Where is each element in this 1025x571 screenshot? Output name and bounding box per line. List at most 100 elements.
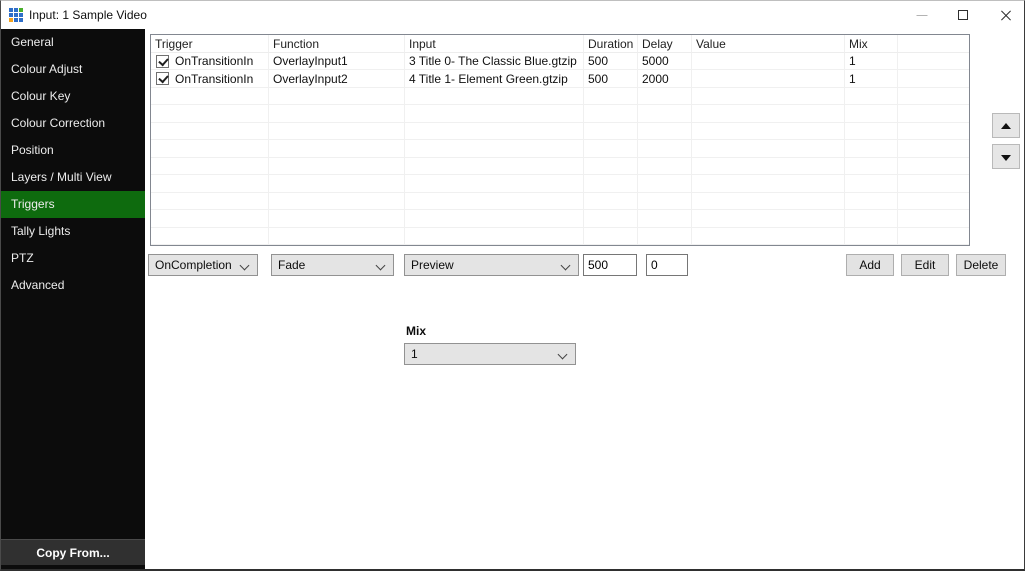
minimize-icon	[917, 15, 928, 16]
cell-function	[269, 158, 405, 175]
column-header-mix[interactable]: Mix	[845, 35, 898, 53]
table-row[interactable]: OnTransitionInOverlayInput24 Title 1- El…	[151, 70, 969, 87]
table-row-empty	[151, 175, 969, 192]
cell-input	[405, 193, 584, 210]
cell-delay	[638, 210, 692, 227]
maximize-icon	[958, 10, 968, 20]
cell-blank	[898, 88, 969, 105]
edit-button[interactable]: Edit	[901, 254, 949, 276]
column-header-trigger[interactable]: Trigger	[151, 35, 269, 53]
cell-function	[269, 193, 405, 210]
sidebar-item-advanced[interactable]: Advanced	[1, 272, 145, 299]
trigger-type-value: OnCompletion	[155, 258, 232, 272]
cell-trigger: OnTransitionIn	[151, 70, 269, 87]
cell-mix	[845, 88, 898, 105]
sidebar-item-colour-key[interactable]: Colour Key	[1, 83, 145, 110]
table-row[interactable]: OnTransitionInOverlayInput13 Title 0- Th…	[151, 53, 969, 70]
cell-duration	[584, 105, 638, 122]
copy-from-button[interactable]: Copy From...	[1, 539, 145, 565]
arrow-up-icon	[1001, 123, 1011, 129]
cell-trigger	[151, 228, 269, 245]
arrow-down-icon	[1001, 155, 1011, 161]
cell-mix	[845, 228, 898, 245]
cell-value	[692, 193, 845, 210]
cell-value	[692, 158, 845, 175]
table-row-empty	[151, 105, 969, 122]
cell-function	[269, 228, 405, 245]
column-header-function[interactable]: Function	[269, 35, 405, 53]
sidebar-item-general[interactable]: General	[1, 29, 145, 56]
cell-duration	[584, 123, 638, 140]
delay-input[interactable]	[646, 254, 688, 276]
input-dropdown[interactable]: Preview	[404, 254, 579, 276]
cell-blank	[898, 210, 969, 227]
table-header: TriggerFunctionInputDurationDelayValueMi…	[151, 35, 969, 53]
delete-button[interactable]: Delete	[956, 254, 1006, 276]
column-header-duration[interactable]: Duration	[584, 35, 638, 53]
cell-delay	[638, 140, 692, 157]
input-settings-window: Input: 1 Sample Video GeneralColour Adju…	[0, 0, 1025, 571]
settings-sidebar: GeneralColour AdjustColour KeyColour Cor…	[1, 29, 145, 569]
column-header-blank[interactable]	[898, 35, 969, 53]
column-header-input[interactable]: Input	[405, 35, 584, 53]
table-row-empty	[151, 193, 969, 210]
cell-trigger	[151, 158, 269, 175]
cell-duration	[584, 210, 638, 227]
column-header-delay[interactable]: Delay	[638, 35, 692, 53]
triggers-table: TriggerFunctionInputDurationDelayValueMi…	[150, 34, 970, 246]
cell-duration	[584, 175, 638, 192]
sidebar-item-layers-multi-view[interactable]: Layers / Multi View	[1, 164, 145, 191]
cell-duration	[584, 228, 638, 245]
maximize-button[interactable]	[948, 1, 978, 29]
cell-value	[692, 70, 845, 87]
cell-value	[692, 105, 845, 122]
mix-label: Mix	[406, 324, 426, 338]
vmix-logo-icon	[9, 8, 23, 22]
cell-mix	[845, 105, 898, 122]
cell-delay	[638, 228, 692, 245]
cell-function	[269, 88, 405, 105]
cell-delay: 2000	[638, 70, 692, 87]
cell-value	[692, 210, 845, 227]
cell-blank	[898, 53, 969, 70]
sidebar-item-colour-correction[interactable]: Colour Correction	[1, 110, 145, 137]
cell-duration: 500	[584, 53, 638, 70]
table-body: OnTransitionInOverlayInput13 Title 0- Th…	[151, 53, 969, 245]
mix-value: 1	[411, 347, 418, 361]
cell-delay	[638, 105, 692, 122]
cell-mix	[845, 193, 898, 210]
cell-function	[269, 210, 405, 227]
cell-function	[269, 123, 405, 140]
cell-trigger	[151, 123, 269, 140]
cell-mix	[845, 210, 898, 227]
function-value: Fade	[278, 258, 305, 272]
sidebar-item-ptz[interactable]: PTZ	[1, 245, 145, 272]
window-title: Input: 1 Sample Video	[29, 1, 147, 29]
cell-trigger	[151, 210, 269, 227]
move-up-button[interactable]	[992, 113, 1020, 138]
row-checkbox[interactable]	[156, 55, 169, 68]
close-button[interactable]	[990, 1, 1022, 29]
cell-mix: 1	[845, 70, 898, 87]
mix-dropdown[interactable]: 1	[404, 343, 576, 365]
row-checkbox[interactable]	[156, 72, 169, 85]
sidebar-item-position[interactable]: Position	[1, 137, 145, 164]
cell-value	[692, 228, 845, 245]
cell-input	[405, 158, 584, 175]
cell-input	[405, 175, 584, 192]
column-header-value[interactable]: Value	[692, 35, 845, 53]
cell-blank	[898, 158, 969, 175]
cell-blank	[898, 140, 969, 157]
function-dropdown[interactable]: Fade	[271, 254, 394, 276]
sidebar-item-colour-adjust[interactable]: Colour Adjust	[1, 56, 145, 83]
chevron-down-icon	[240, 261, 250, 271]
duration-input[interactable]	[583, 254, 637, 276]
cell-input	[405, 88, 584, 105]
input-value: Preview	[411, 258, 454, 272]
trigger-type-dropdown[interactable]: OnCompletion	[148, 254, 258, 276]
sidebar-item-triggers[interactable]: Triggers	[1, 191, 145, 218]
minimize-button[interactable]	[907, 1, 937, 29]
move-down-button[interactable]	[992, 144, 1020, 169]
sidebar-item-tally-lights[interactable]: Tally Lights	[1, 218, 145, 245]
add-button[interactable]: Add	[846, 254, 894, 276]
